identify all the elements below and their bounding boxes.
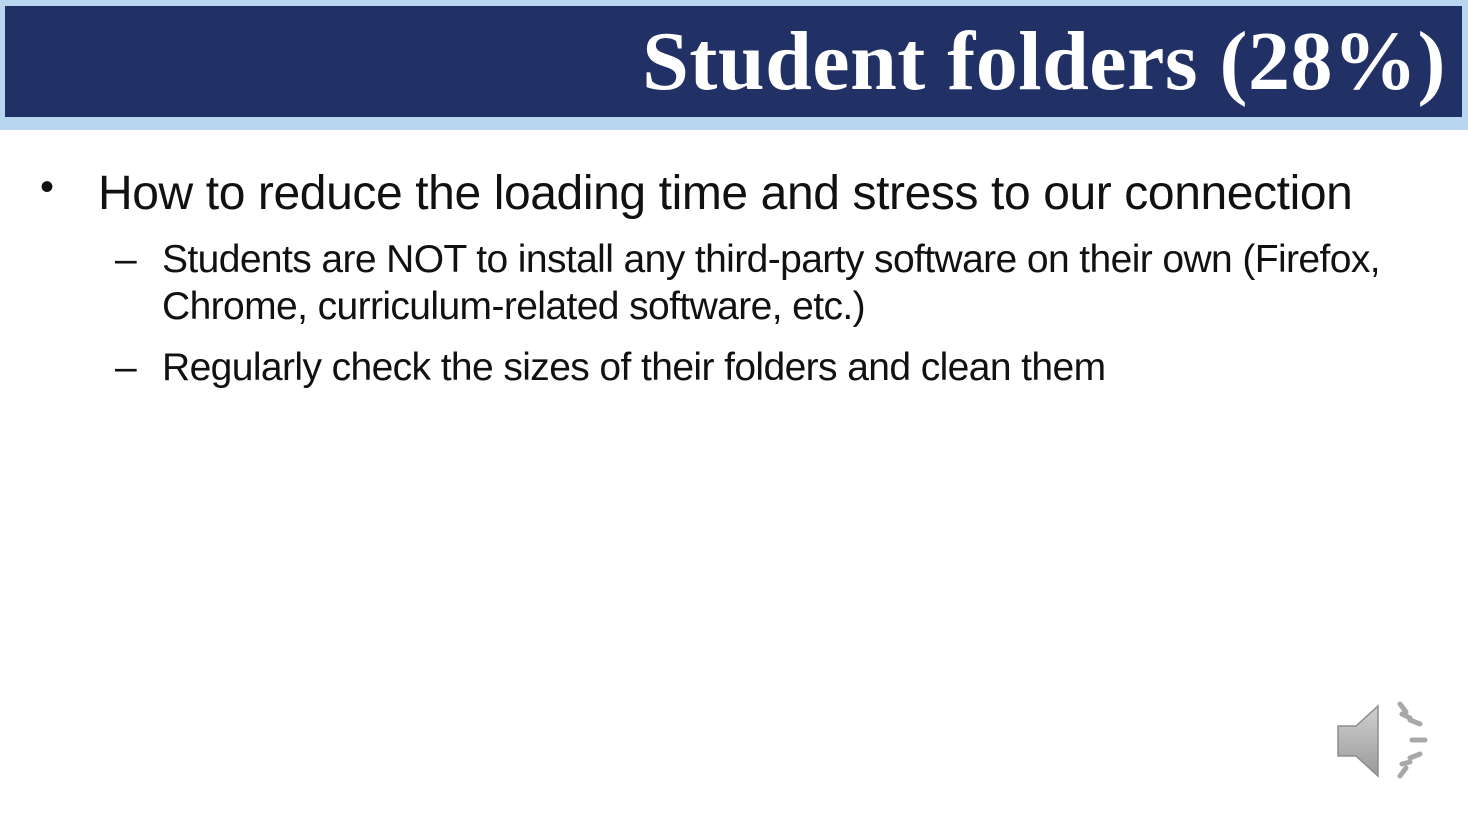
bullet-glyph: • [40,165,55,209]
sub-bullet-glyph: – [115,238,137,281]
bullet-text: How to reduce the loading time and stres… [98,167,1353,220]
speaker-icon[interactable] [1330,692,1440,792]
title-bar: Student folders (28%) [5,6,1462,117]
sub-bullet-glyph: – [115,346,137,389]
slide-title: Student folders (28%) [642,15,1446,108]
sub-bullet-text: Regularly check the sizes of their folde… [162,346,1106,389]
sub-bullet-text: Students are NOT to install any third-pa… [162,238,1381,328]
title-frame: Student folders (28%) [0,0,1468,130]
